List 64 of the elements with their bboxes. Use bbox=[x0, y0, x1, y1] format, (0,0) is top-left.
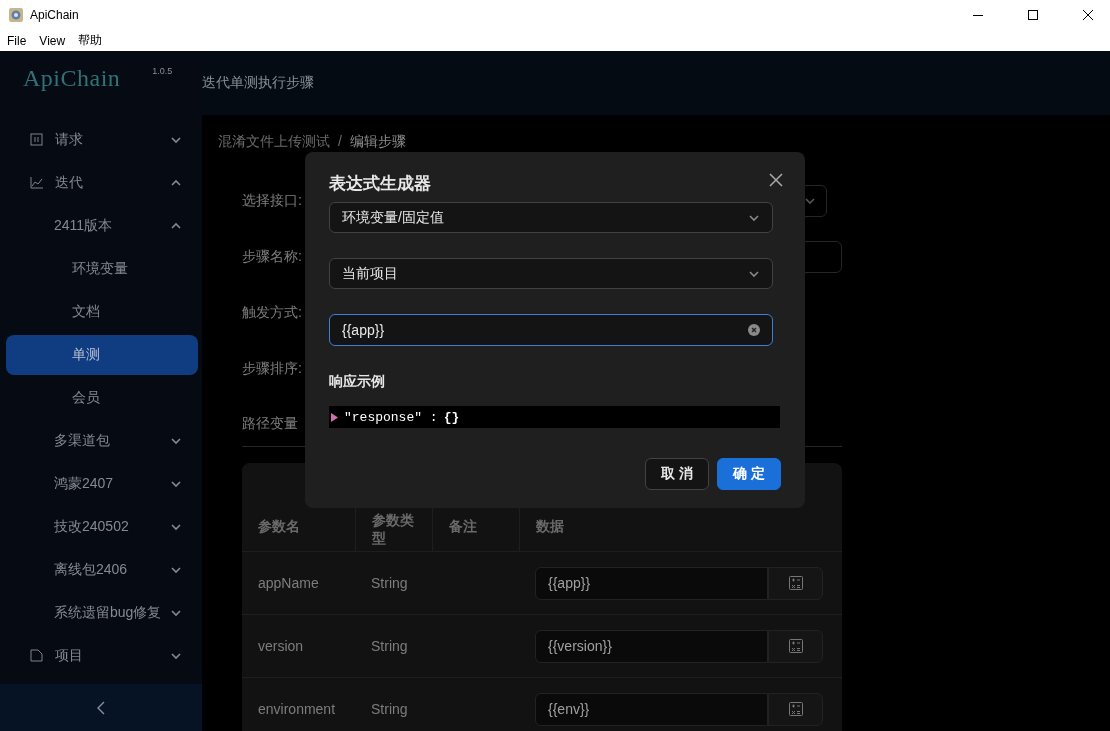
window-title: ApiChain bbox=[30, 8, 80, 22]
table-cell-text: String bbox=[370, 575, 409, 591]
sidebar-item[interactable]: 离线包2406 bbox=[0, 548, 202, 591]
dialog-title: 表达式生成器 bbox=[329, 173, 431, 194]
chevron-icon bbox=[748, 212, 760, 223]
input-field[interactable]: {{app}} bbox=[535, 566, 768, 600]
chevron-icon bbox=[804, 196, 816, 206]
breadcrumb-item[interactable]: 混淆文件上传测试 bbox=[218, 133, 330, 151]
sidebar-item[interactable]: 项目 bbox=[0, 634, 202, 677]
expression-button[interactable] bbox=[768, 629, 823, 663]
clear-icon[interactable] bbox=[748, 324, 760, 336]
confirm-button[interactable]: 确 定 bbox=[717, 458, 781, 490]
sidebar-item[interactable]: 单测 bbox=[6, 335, 198, 375]
version-label: 1.0.5 bbox=[152, 66, 173, 76]
sidebar-item[interactable]: 请求 bbox=[0, 118, 202, 161]
table-cell-text: String bbox=[370, 638, 409, 654]
panel-icon bbox=[30, 133, 43, 146]
input-field[interactable]: {{env}} bbox=[535, 692, 768, 726]
menu-item[interactable]: File bbox=[7, 33, 27, 48]
menu-item[interactable]: View bbox=[39, 33, 66, 48]
calculator-icon bbox=[788, 702, 803, 716]
select-field[interactable]: 当前项目 bbox=[329, 258, 773, 289]
table-cell-text: appName bbox=[257, 575, 320, 591]
sidebar-item[interactable]: 迭代 bbox=[0, 161, 202, 204]
app-icon bbox=[8, 7, 24, 23]
sidebar-item[interactable]: 技改240502 bbox=[0, 505, 202, 548]
cancel-button[interactable]: 取 消 bbox=[645, 458, 710, 490]
input-field[interactable]: {{version}} bbox=[535, 629, 768, 663]
expression-button[interactable] bbox=[768, 692, 823, 726]
document-icon bbox=[30, 649, 43, 662]
table-cell-text: environment bbox=[257, 701, 337, 717]
sidebar-item[interactable]: 会员 bbox=[0, 376, 202, 419]
maximize-icon[interactable] bbox=[1028, 10, 1038, 20]
expand-triangle-icon[interactable] bbox=[331, 412, 338, 422]
select-field[interactable]: 环境变量/固定值 bbox=[329, 202, 773, 233]
close-icon[interactable] bbox=[769, 173, 783, 187]
breadcrumb-item: 编辑步骤 bbox=[349, 133, 406, 151]
sidebar-item[interactable]: 2411版本 bbox=[0, 204, 202, 247]
chart-icon bbox=[30, 176, 43, 189]
table-cell-text: String bbox=[370, 701, 409, 717]
code-line: "response" : {} bbox=[344, 409, 460, 425]
sidebar-item[interactable]: 多渠道包 bbox=[0, 419, 202, 462]
app-logo: ApiChain bbox=[23, 65, 121, 92]
table-cell-text: version bbox=[257, 638, 305, 654]
input-field[interactable]: {{app}} bbox=[329, 314, 773, 346]
close-icon[interactable] bbox=[1083, 10, 1093, 20]
section-title: 响应示例 bbox=[329, 373, 386, 391]
form-label: 选择接口: bbox=[242, 192, 303, 210]
chevron-icon bbox=[748, 268, 760, 279]
calculator-icon bbox=[788, 639, 803, 653]
column-header: 参数名 bbox=[257, 517, 301, 536]
menu-item[interactable]: 帮助 bbox=[78, 32, 103, 49]
sidebar-item[interactable]: 文档 bbox=[0, 290, 202, 333]
page-title: 迭代单测执行步骤 bbox=[202, 74, 314, 92]
sidebar-item[interactable]: 环境变量 bbox=[0, 247, 202, 290]
expression-button[interactable] bbox=[768, 566, 823, 600]
form-label: 触发方式: bbox=[242, 304, 303, 322]
form-label: 步骤名称: bbox=[242, 248, 303, 266]
sidebar-item[interactable]: 系统遗留bug修复 bbox=[0, 591, 202, 634]
collapse-icon[interactable] bbox=[96, 700, 106, 715]
sidebar-item[interactable]: 鸿蒙2407 bbox=[0, 462, 202, 505]
calculator-icon bbox=[788, 576, 803, 590]
breadcrumb-separator: / bbox=[338, 133, 342, 151]
form-label: 步骤排序: bbox=[242, 360, 303, 378]
